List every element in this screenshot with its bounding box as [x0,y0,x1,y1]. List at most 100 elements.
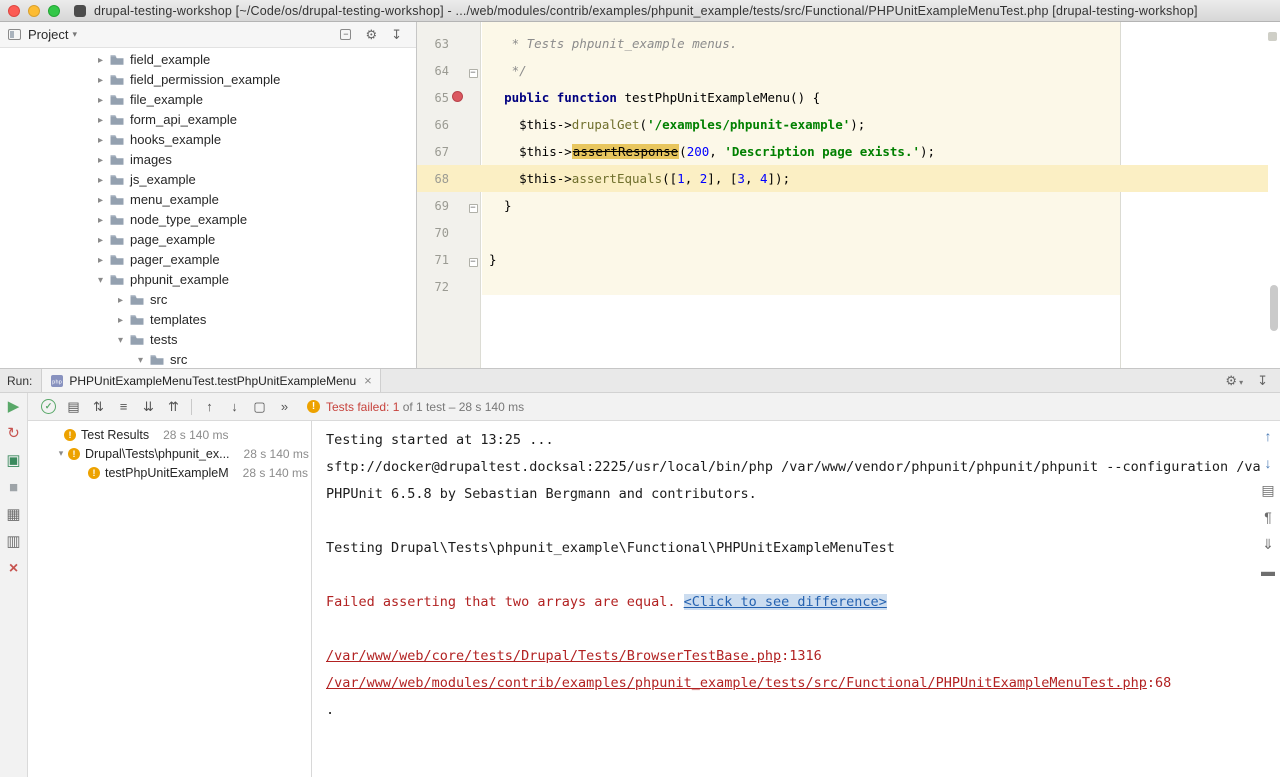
line-number: 65 [421,91,449,105]
diff-link[interactable]: <Click to see difference> [684,594,887,610]
sort-by-duration-icon[interactable]: ≡ [111,399,136,414]
chevron-right-icon[interactable]: ▸ [94,175,107,186]
stacktrace-link[interactable]: /var/www/web/core/tests/Drupal/Tests/Bro… [326,648,781,664]
soft-wrap-icon[interactable]: ¶ [1264,510,1272,525]
chevron-down-icon[interactable]: ▾ [114,335,127,346]
close-window-button[interactable] [8,5,20,17]
zoom-window-button[interactable] [48,5,60,17]
sort-alphabetically-icon[interactable]: ⇅ [86,399,111,415]
tree-item-page_example[interactable]: ▸page_example [0,230,416,250]
folder-icon [109,112,125,128]
navigate-down-icon[interactable]: ↓ [1265,456,1272,471]
folder-name: field_permission_example [130,70,280,90]
chevron-right-icon[interactable]: ▸ [94,115,107,126]
settings-gear-icon[interactable]: ⚙ [365,28,377,41]
console-line [326,616,1246,643]
test-results-tree[interactable]: !Test Results28 s 140 ms▾!Drupal\Tests\p… [28,421,312,777]
tree-item-js_example[interactable]: ▸js_example [0,170,416,190]
chevron-right-icon[interactable]: ▸ [94,215,107,226]
tree-item-field_example[interactable]: ▸field_example [0,50,416,70]
navigate-up-icon[interactable]: ↑ [1265,429,1272,444]
show-ignored-icon[interactable]: ▤ [61,399,86,415]
tree-item-menu_example[interactable]: ▸menu_example [0,190,416,210]
tree-item-tests[interactable]: ▾tests [0,330,416,350]
line-number: 67 [421,145,449,159]
folder-icon [129,312,145,328]
chevron-right-icon[interactable]: ▸ [94,55,107,66]
chevron-down-icon[interactable]: ▾ [134,355,147,366]
clear-console-icon[interactable]: ▬ [1261,564,1275,579]
chevron-right-icon[interactable]: ▸ [94,235,107,246]
hide-panel-icon[interactable]: ↧ [1257,372,1268,390]
line-number: 63 [421,37,449,51]
run-tab[interactable]: php PHPUnitExampleMenuTest.testPhpUnitEx… [41,369,380,392]
expand-all-icon[interactable]: ⇊ [136,399,161,415]
folder-icon [109,252,125,268]
close-run-panel-icon[interactable]: × [9,561,18,577]
hide-panel-icon[interactable]: ↧ [391,28,402,41]
close-tab-icon[interactable]: × [364,373,372,388]
collapse-all-icon[interactable]: ⇈ [161,399,186,415]
more-options-icon[interactable]: » [272,399,297,414]
minimize-window-button[interactable] [28,5,40,17]
scroll-to-end-icon[interactable]: ⇓ [1262,537,1274,552]
restore-layout-icon[interactable]: ▦ [6,507,20,523]
chevron-down-icon[interactable]: ▾ [94,275,107,286]
project-tree[interactable]: ▸field_example▸field_permission_example▸… [0,48,416,368]
editor-scrollbar[interactable] [1268,22,1280,368]
chevron-right-icon[interactable]: ▸ [114,295,127,306]
console-line: PHPUnit 6.5.8 by Sebastian Bergmann and … [326,481,1246,508]
tree-item-node_type_example[interactable]: ▸node_type_example [0,210,416,230]
code-line-63: 63 * Tests phpunit_example menus. [417,30,1268,57]
settings-gear-icon[interactable]: ⚙▾ [1225,372,1243,390]
pin-tab-icon[interactable]: ▥ [6,534,20,550]
code-editor[interactable]: 63 * Tests phpunit_example menus.64− */6… [417,22,1280,368]
tree-item-file_example[interactable]: ▸file_example [0,90,416,110]
export-console-icon[interactable]: ▤ [1261,483,1274,498]
scrollbar-thumb[interactable] [1270,285,1278,331]
rerun-failed-tests-icon[interactable]: ↻ [7,426,20,442]
chevron-right-icon[interactable]: ▸ [94,195,107,206]
test-tree-item[interactable]: !Test Results28 s 140 ms [28,425,311,444]
console-output[interactable]: Testing started at 13:25 ...sftp://docke… [312,421,1280,777]
tree-item-images[interactable]: ▸ images [0,150,416,170]
tree-item-src[interactable]: ▾src [0,350,416,368]
next-failed-test-icon[interactable]: ↓ [222,399,247,414]
chevron-right-icon[interactable]: ▸ [94,255,107,266]
previous-failed-test-icon[interactable]: ↑ [197,399,222,414]
fold-marker-icon[interactable]: − [469,204,478,213]
chevron-right-icon[interactable]: ▸ [114,315,127,326]
tree-item-field_permission_example[interactable]: ▸ field_permission_example [0,70,416,90]
chevron-right-icon[interactable]: ▸ [94,155,107,166]
tree-item-pager_example[interactable]: ▸pager_example [0,250,416,270]
chevron-down-icon[interactable]: ▾ [54,448,68,459]
folder-icon [109,92,125,108]
line-number: 69 [421,199,449,213]
filter-passed-icon[interactable]: ✓ [41,399,56,414]
collapse-all-icon[interactable]: − [340,29,351,40]
chevron-right-icon[interactable]: ▸ [94,95,107,106]
tree-item-src[interactable]: ▸src [0,290,416,310]
toggle-auto-test-icon[interactable]: ▣ [6,453,20,469]
rerun-tests-icon[interactable]: ▶ [8,399,20,415]
test-duration: 28 s 140 ms [244,447,309,461]
fold-marker-icon[interactable]: − [469,258,478,267]
chevron-right-icon[interactable]: ▸ [94,75,107,86]
folder-name: images [130,150,172,170]
fold-marker-icon[interactable]: − [469,69,478,78]
chevron-down-icon[interactable]: ▾ [72,29,77,40]
folder-icon [109,52,125,68]
test-tree-item[interactable]: !testPhpUnitExampleM28 s 140 ms [28,463,311,482]
tree-item-templates[interactable]: ▸templates [0,310,416,330]
tree-item-phpunit_example[interactable]: ▾phpunit_example [0,270,416,290]
test-tree-item[interactable]: ▾!Drupal\Tests\phpunit_ex...28 s 140 ms [28,444,311,463]
console-line: /var/www/web/modules/contrib/examples/ph… [326,670,1246,697]
console-panel: Testing started at 13:25 ...sftp://docke… [312,421,1280,777]
chevron-right-icon[interactable]: ▸ [94,135,107,146]
breakpoint-icon[interactable] [452,91,463,102]
tree-item-form_api_example[interactable]: ▸form_api_example [0,110,416,130]
stop-icon[interactable]: ■ [9,480,18,496]
export-test-results-icon[interactable]: ▢ [247,399,272,415]
tree-item-hooks_example[interactable]: ▸hooks_example [0,130,416,150]
stacktrace-link[interactable]: /var/www/web/modules/contrib/examples/ph… [326,675,1147,691]
